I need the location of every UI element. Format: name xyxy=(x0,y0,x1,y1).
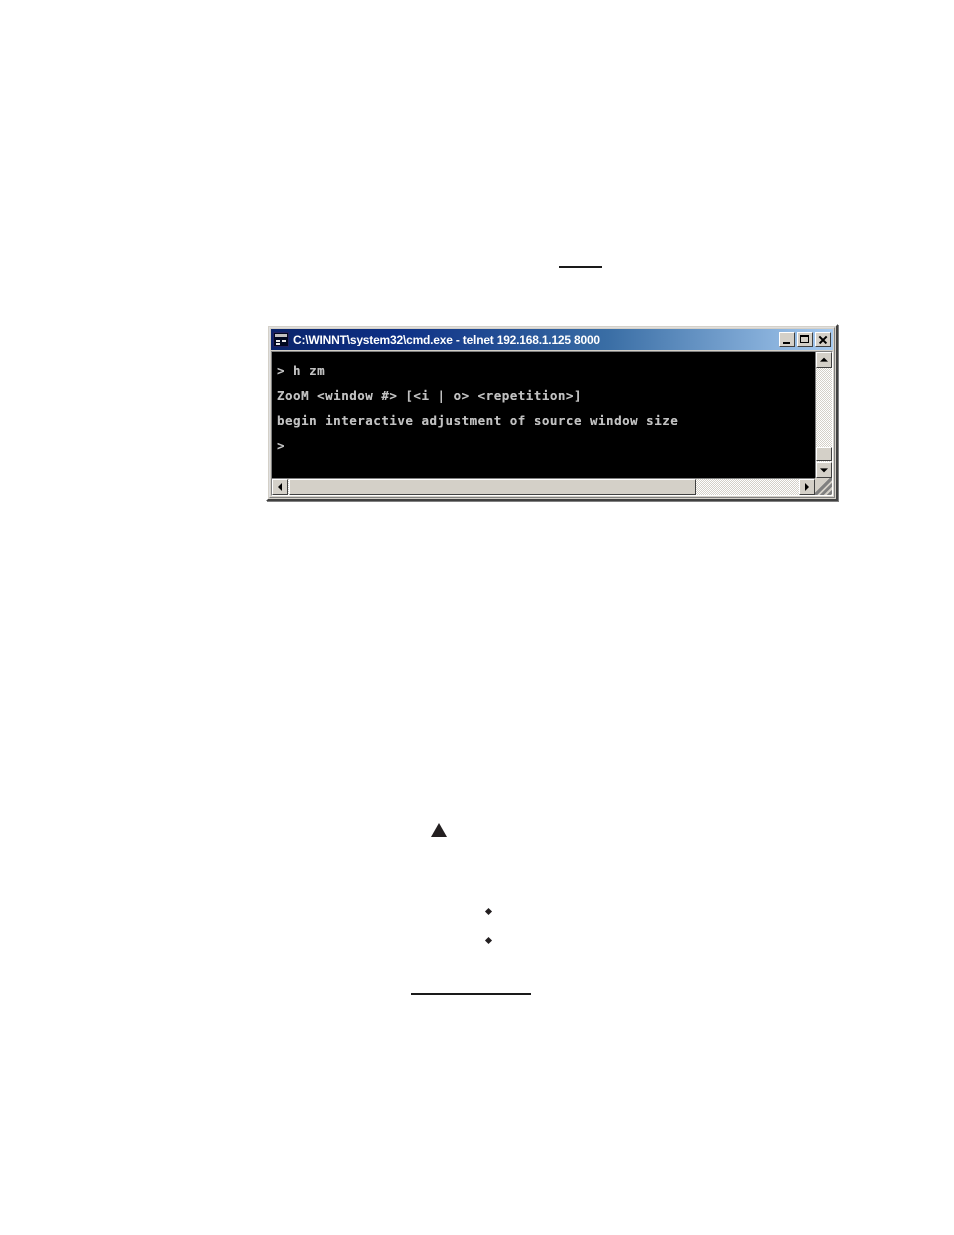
horizontal-scrollbar-thumb[interactable] xyxy=(289,479,696,495)
resize-grip[interactable] xyxy=(815,478,832,495)
diamond-bullet-icon xyxy=(484,936,493,945)
vertical-scrollbar-thumb[interactable] xyxy=(816,447,832,461)
chevron-left-icon xyxy=(278,483,282,491)
console-line: > h zm xyxy=(277,363,326,378)
chevron-down-icon xyxy=(820,468,828,473)
window-title: C:\WINNT\system32\cmd.exe - telnet 192.1… xyxy=(293,333,600,346)
console-line: ZooM <window #> [<i | o> <repetition>] xyxy=(277,388,582,403)
chevron-right-icon xyxy=(805,483,809,491)
title-bar[interactable]: C:\WINNT\system32\cmd.exe - telnet 192.1… xyxy=(271,329,833,350)
console-screen[interactable]: > h zm ZooM <window #> [<i | o> <repetit… xyxy=(272,352,815,478)
console-line: > xyxy=(277,438,286,453)
scroll-right-button[interactable] xyxy=(799,479,815,495)
scroll-left-button[interactable] xyxy=(272,479,288,495)
document-page: C:\WINNT\system32\cmd.exe - telnet 192.1… xyxy=(0,0,954,1235)
triangle-up-icon xyxy=(431,823,447,837)
cmd-exe-icon xyxy=(273,332,289,347)
minimize-button[interactable] xyxy=(779,332,795,347)
maximize-button[interactable] xyxy=(797,332,813,347)
scroll-down-button[interactable] xyxy=(816,462,832,478)
horizontal-scrollbar[interactable] xyxy=(272,478,815,495)
console-client-area: > h zm ZooM <window #> [<i | o> <repetit… xyxy=(271,351,833,496)
horizontal-rule-top xyxy=(559,266,602,268)
window-controls xyxy=(779,332,831,347)
scroll-up-button[interactable] xyxy=(816,352,832,368)
diamond-bullet-icon xyxy=(484,907,493,916)
console-window: C:\WINNT\system32\cmd.exe - telnet 192.1… xyxy=(266,324,838,501)
chevron-up-icon xyxy=(820,357,828,362)
close-button[interactable] xyxy=(815,332,831,347)
horizontal-rule-bottom xyxy=(411,993,531,995)
vertical-scrollbar[interactable] xyxy=(815,352,832,478)
console-line: begin interactive adjustment of source w… xyxy=(277,413,679,428)
